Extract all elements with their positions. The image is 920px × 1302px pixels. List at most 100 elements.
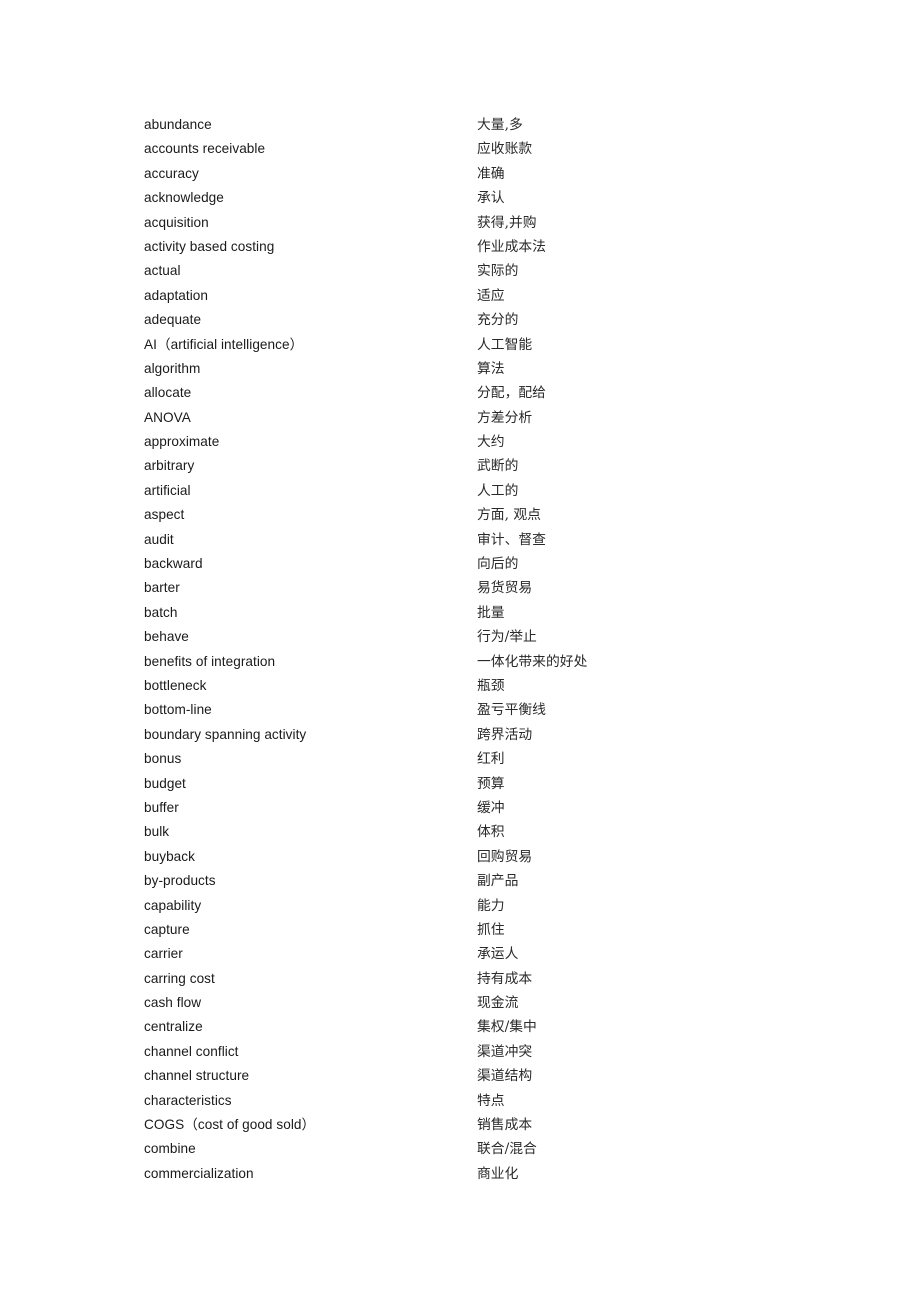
glossary-entry: carrier 承运人 [144,942,844,966]
glossary-term: behave [144,629,189,645]
glossary-entry: activity based costing 作业成本法 [144,235,844,259]
glossary-term: commercialization [144,1165,254,1181]
glossary-entry: barter 易货贸易 [144,576,844,600]
glossary-term: adaptation [144,287,208,303]
glossary-entry: allocate 分配，配给 [144,381,844,405]
glossary-translation: 一体化带来的好处 [477,653,588,670]
glossary-entry: channel conflict 渠道冲突 [144,1040,844,1064]
glossary-entry: bonus 红利 [144,747,844,771]
glossary-entry: aspect 方面, 观点 [144,503,844,527]
glossary-term: acknowledge [144,190,224,206]
glossary-translation: 渠道结构 [477,1068,533,1085]
glossary-term: actual [144,263,181,279]
glossary-entry: cash flow 现金流 [144,991,844,1015]
glossary-term: aspect [144,507,185,523]
glossary-term: barter [144,580,180,596]
glossary-translation: 适应 [477,287,505,304]
glossary-translation: 能力 [477,897,505,914]
glossary-entry: bottom-line 盈亏平衡线 [144,698,844,722]
glossary-term: capability [144,897,202,913]
glossary-entry: boundary spanning activity 跨界活动 [144,723,844,747]
glossary-entry: capability 能力 [144,894,844,918]
glossary-entry: adequate 充分的 [144,308,844,332]
glossary-translation: 充分的 [477,312,519,329]
glossary-translation: 准确 [477,165,505,182]
glossary-term: artificial [144,482,191,498]
glossary-translation: 行为/举止 [477,629,537,646]
glossary-translation: 大约 [477,434,505,451]
glossary-term: algorithm [144,360,201,376]
glossary-translation: 承运人 [477,946,519,963]
glossary-entry: characteristics 特点 [144,1089,844,1113]
glossary-translation: 承认 [477,190,505,207]
glossary-entry: acquisition 获得,并购 [144,211,844,235]
glossary-translation: 方面, 观点 [477,507,541,524]
glossary-term: by-products [144,873,216,889]
glossary-term: capture [144,921,190,937]
glossary-term: budget [144,775,186,791]
glossary-term: accuracy [144,165,199,181]
glossary-translation: 审计、督查 [477,531,546,548]
glossary-translation: 获得,并购 [477,214,537,231]
glossary-translation: 持有成本 [477,970,533,987]
glossary-entry: adaptation 适应 [144,284,844,308]
glossary-term: adequate [144,312,202,328]
document-page: abundance 大量,多 accounts receivable 应收账款 accu… [0,0,920,1302]
glossary-translation: 分配，配给 [477,385,546,402]
glossary-translation: 跨界活动 [477,726,533,743]
glossary-entry: commercialization 商业化 [144,1162,844,1186]
glossary-term: buyback [144,848,195,864]
glossary-entry: algorithm 算法 [144,357,844,381]
glossary-term: carring cost [144,970,215,986]
glossary-translation: 特点 [477,1092,505,1109]
glossary-translation: 抓住 [477,921,505,938]
glossary-term: approximate [144,434,220,450]
glossary-entry: approximate 大约 [144,430,844,454]
glossary-term: audit [144,531,174,547]
glossary-entry: backward 向后的 [144,552,844,576]
glossary-translation: 批量 [477,604,505,621]
glossary-entry: accuracy 准确 [144,162,844,186]
glossary-term: abundance [144,117,212,132]
glossary-entry: audit 审计、督查 [144,528,844,552]
glossary-term: channel structure [144,1068,250,1084]
glossary-term: benefits of integration [144,653,276,669]
glossary-term: backward [144,556,203,572]
glossary-entry: acknowledge 承认 [144,186,844,210]
glossary-entry: bottleneck 瓶颈 [144,674,844,698]
glossary-term: AI（artificial intelligence） [144,336,304,352]
glossary-term: acquisition [144,214,209,230]
glossary-entry: capture 抓住 [144,918,844,942]
glossary-term: bottleneck [144,677,207,693]
glossary-entry: by-products 副产品 [144,869,844,893]
glossary-term: bonus [144,751,182,767]
glossary-entry: channel structure 渠道结构 [144,1064,844,1088]
glossary-term: combine [144,1141,196,1157]
glossary-entry: buffer 缓冲 [144,796,844,820]
glossary-list: abundance 大量,多 accounts receivable 应收账款 accu… [144,113,844,1186]
glossary-term: buffer [144,799,179,815]
glossary-entry: abundance 大量,多 [144,113,844,137]
glossary-entry: arbitrary 武断的 [144,454,844,478]
glossary-term: arbitrary [144,458,195,474]
glossary-entry: batch 批量 [144,601,844,625]
glossary-translation: 实际的 [477,263,519,280]
glossary-entry: behave 行为/举止 [144,625,844,649]
glossary-entry: benefits of integration 一体化带来的好处 [144,650,844,674]
glossary-term: carrier [144,946,183,962]
glossary-term: COGS（cost of good sold） [144,1117,316,1133]
glossary-translation: 向后的 [477,556,519,573]
glossary-translation: 集权/集中 [477,1019,537,1036]
glossary-translation: 红利 [477,751,505,768]
glossary-entry: budget 预算 [144,772,844,796]
glossary-translation: 盈亏平衡线 [477,702,546,719]
glossary-translation: 人工的 [477,482,519,499]
glossary-term: bulk [144,824,170,840]
glossary-translation: 现金流 [477,995,519,1012]
glossary-term: channel conflict [144,1043,239,1059]
glossary-entry: accounts receivable 应收账款 [144,137,844,161]
glossary-entry: AI（artificial intelligence） 人工智能 [144,333,844,357]
glossary-translation: 联合/混合 [477,1141,537,1158]
glossary-entry: ANOVA 方差分析 [144,406,844,430]
glossary-entry: buyback 回购贸易 [144,845,844,869]
